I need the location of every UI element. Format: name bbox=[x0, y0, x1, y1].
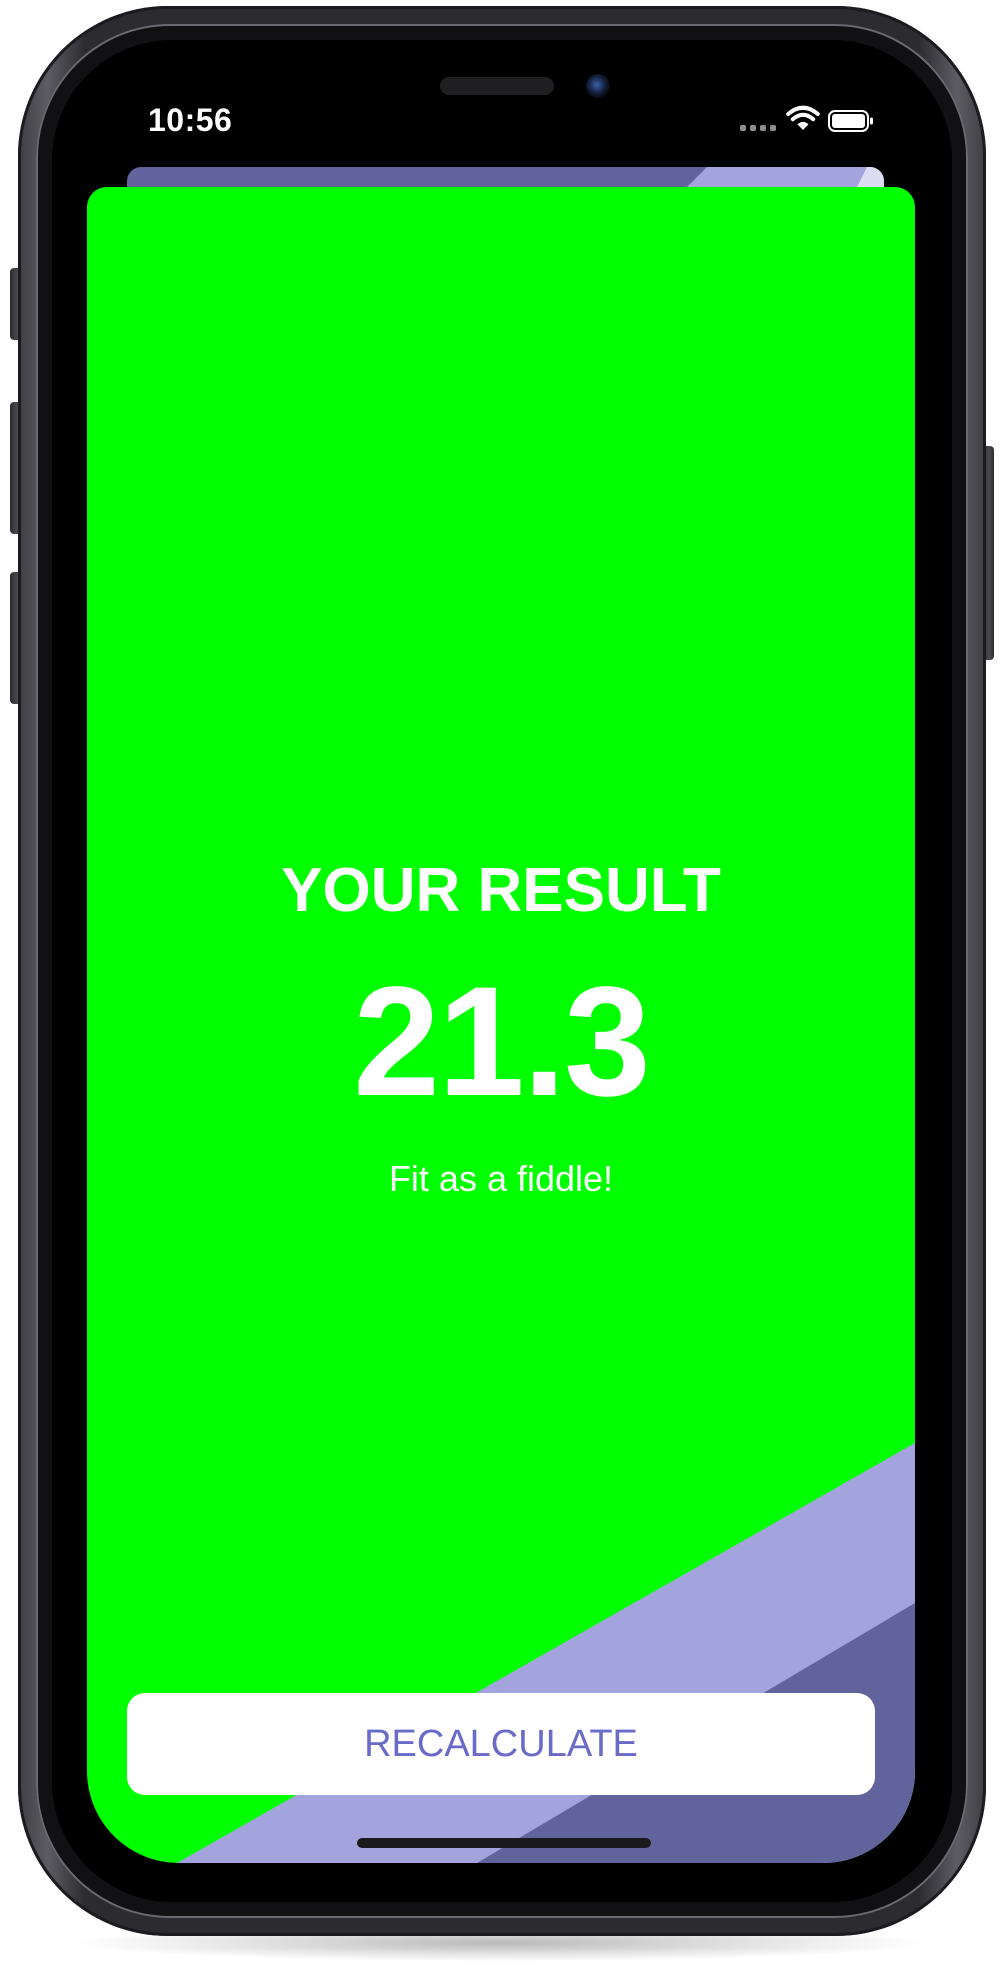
earpiece-speaker bbox=[440, 77, 554, 95]
status-time: 10:56 bbox=[148, 102, 233, 138]
battery-icon bbox=[828, 110, 873, 132]
wifi-icon bbox=[786, 105, 820, 130]
recalculate-button[interactable]: RECALCULATE bbox=[127, 1693, 875, 1795]
result-title: YOUR RESULT bbox=[281, 856, 721, 925]
device-mockup: 10:56 YOUR RESULT 21.3 Fit as a fiddle! … bbox=[0, 0, 1004, 1986]
home-indicator[interactable] bbox=[357, 1838, 651, 1848]
status-icons bbox=[740, 104, 880, 136]
result-message: Fit as a fiddle! bbox=[388, 1158, 614, 1199]
signal-icon bbox=[740, 125, 778, 131]
result-value: 21.3 bbox=[353, 955, 651, 1129]
result-card: YOUR RESULT 21.3 Fit as a fiddle! RECALC… bbox=[87, 187, 915, 1863]
front-camera bbox=[586, 74, 610, 98]
